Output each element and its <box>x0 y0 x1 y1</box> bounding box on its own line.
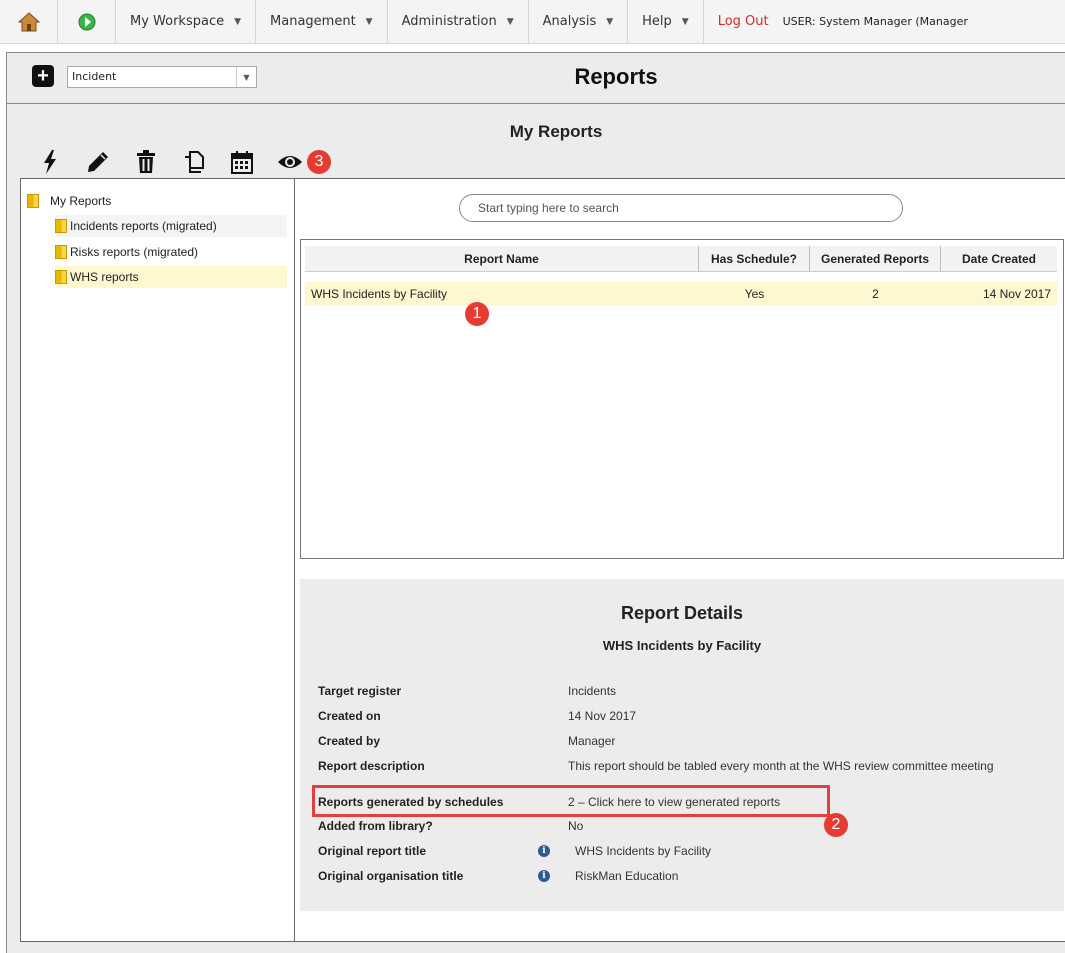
column-header[interactable]: Date Created <box>941 246 1057 271</box>
copy-icon <box>185 151 204 173</box>
cell-date-created: 14 Nov 2017 <box>982 287 1051 301</box>
tree-item-my-reports[interactable]: My Reports <box>27 190 111 212</box>
delete-button[interactable] <box>133 149 159 175</box>
callout-badge-1: 1 <box>465 302 489 326</box>
schedule-button[interactable] <box>229 149 255 175</box>
go-icon <box>78 13 95 30</box>
details-title: Report Details <box>620 603 744 623</box>
folder-icon <box>55 270 67 284</box>
detail-value: 14 Nov 2017 <box>568 709 637 723</box>
callout-badge-2: 2 <box>824 813 848 837</box>
tree-item-label: My Reports <box>50 194 112 208</box>
info-icon[interactable]: i <box>538 845 550 857</box>
detail-label: Created on <box>318 709 381 723</box>
tree-item-incidents[interactable]: Incidents reports (migrated) <box>55 215 287 237</box>
table-row[interactable]: WHS Incidents by Facility Yes 2 14 Nov 2… <box>305 282 1057 306</box>
detail-label: Original organisation title <box>318 869 464 883</box>
details-subtitle: WHS Incidents by Facility <box>602 638 762 653</box>
header-bar: + Incident ▼ Reports <box>6 52 1065 104</box>
tree-item-label: Incidents reports (migrated) <box>70 219 217 233</box>
logout-link[interactable]: Log Out <box>704 14 783 29</box>
cell-generated: 2 <box>872 287 879 301</box>
detail-label: Added from library? <box>318 819 433 833</box>
detail-label: Created by <box>318 734 381 748</box>
report-list-area: Start typing here to search Report Name … <box>297 179 1065 941</box>
menu-label: Administration <box>401 14 497 29</box>
folder-icon <box>55 245 67 259</box>
eye-icon <box>278 156 302 168</box>
search-input[interactable]: Start typing here to search <box>459 194 903 222</box>
callout-highlight-box <box>312 785 830 817</box>
callout-badge-3: 3 <box>307 150 331 174</box>
trash-icon <box>137 150 155 173</box>
chevron-down-icon: ▼ <box>365 16 373 27</box>
edit-button[interactable] <box>85 149 111 175</box>
menu-management[interactable]: Management ▼ <box>256 0 388 44</box>
page-title: Reports <box>574 64 658 89</box>
column-header[interactable]: Generated Reports <box>810 246 941 271</box>
column-header[interactable]: Has Schedule? <box>699 246 810 271</box>
detail-label: Original report title <box>318 844 427 858</box>
tree-item-risks[interactable]: Risks reports (migrated) <box>55 241 198 263</box>
column-header[interactable]: Report Name <box>305 246 699 271</box>
chevron-down-icon: ▼ <box>681 16 689 27</box>
report-toolbar: 3 <box>37 147 331 177</box>
menu-label: My Workspace <box>130 14 225 29</box>
home-icon <box>17 11 40 31</box>
reports-table: Report Name Has Schedule? Generated Repo… <box>300 239 1064 559</box>
menu-label: Management <box>270 14 356 29</box>
table-header: Report Name Has Schedule? Generated Repo… <box>305 246 1057 272</box>
content-area: My Reports Incidents reports (migrated) … <box>20 178 1065 942</box>
lightning-icon <box>44 150 56 174</box>
menu-analysis[interactable]: Analysis ▼ <box>529 0 629 44</box>
detail-value: This report should be tabled every month… <box>568 759 994 773</box>
go-button[interactable] <box>58 0 116 44</box>
folder-icon <box>27 194 39 208</box>
detail-value: Incidents <box>568 684 617 698</box>
folder-icon <box>55 219 67 233</box>
chevron-down-icon: ▼ <box>234 16 242 27</box>
folder-tree: My Reports Incidents reports (migrated) … <box>21 179 295 941</box>
pencil-icon <box>88 152 108 172</box>
menu-help[interactable]: Help ▼ <box>628 0 704 44</box>
view-button[interactable]: 3 <box>277 149 331 175</box>
tree-item-label: WHS reports <box>70 270 139 284</box>
copy-button[interactable] <box>181 149 207 175</box>
tree-item-whs[interactable]: WHS reports <box>55 266 287 288</box>
home-button[interactable] <box>0 0 58 44</box>
tree-item-label: Risks reports (migrated) <box>70 245 199 259</box>
user-label: USER: System Manager (Manager <box>782 15 968 28</box>
run-button[interactable] <box>37 149 63 175</box>
cell-report-name: WHS Incidents by Facility <box>311 287 448 301</box>
top-nav: My Workspace ▼ Management ▼ Administration… <box>0 0 1065 44</box>
detail-label: Report description <box>318 759 425 773</box>
cell-has-schedule: Yes <box>744 287 765 301</box>
menu-label: Help <box>642 14 672 29</box>
detail-value: No <box>568 819 584 833</box>
report-details: Report Details WHS Incidents by Facility… <box>300 579 1064 911</box>
detail-label: Target register <box>318 684 402 698</box>
section-title: My Reports <box>509 122 603 141</box>
chevron-down-icon: ▼ <box>606 16 614 27</box>
menu-administration[interactable]: Administration ▼ <box>388 0 529 44</box>
menu-my-workspace[interactable]: My Workspace ▼ <box>116 0 257 44</box>
detail-value: RiskMan Education <box>575 869 679 883</box>
reports-panel: My Reports 3 My Reports Incidents report… <box>6 104 1065 953</box>
detail-value: WHS Incidents by Facility <box>575 844 712 858</box>
info-icon[interactable]: i <box>538 870 550 882</box>
calendar-icon <box>231 151 253 174</box>
chevron-down-icon: ▼ <box>506 16 514 27</box>
menu-label: Analysis <box>542 14 597 29</box>
detail-value: Manager <box>568 734 616 748</box>
